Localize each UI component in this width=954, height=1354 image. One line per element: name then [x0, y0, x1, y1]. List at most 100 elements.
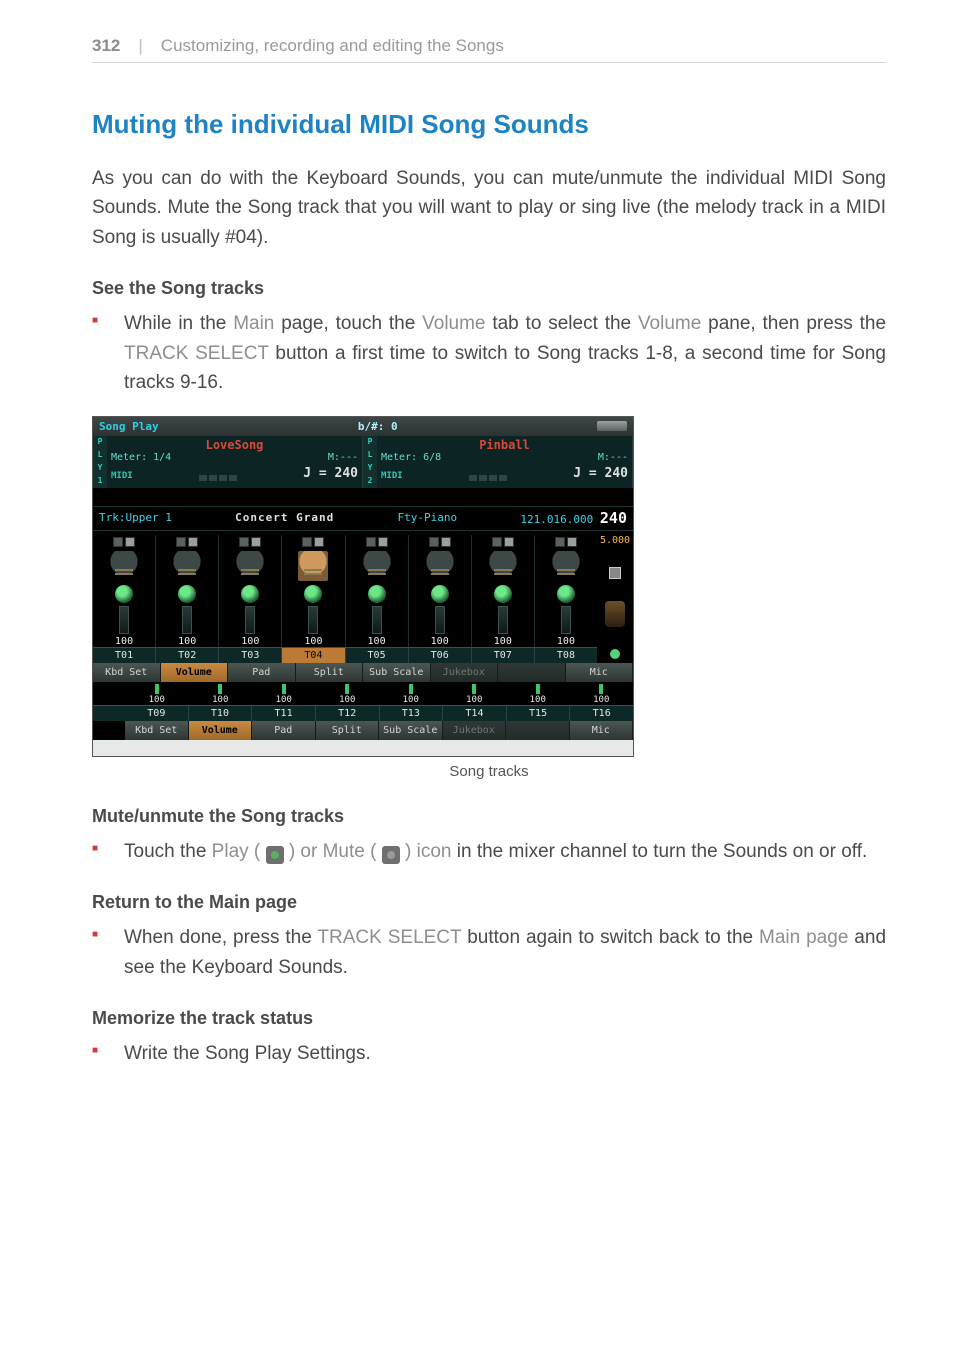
- track-label-t04[interactable]: T04: [282, 648, 345, 663]
- play-toggle-icon[interactable]: [302, 537, 312, 547]
- player1-indicator[interactable]: PLY1: [93, 436, 107, 488]
- volume-value: 100: [494, 636, 512, 647]
- tab-pad[interactable]: Pad: [228, 663, 296, 682]
- song2-tempo: J = 240: [573, 466, 628, 481]
- level-bar-icon: [599, 684, 603, 694]
- track-label-t09[interactable]: T09: [125, 706, 189, 721]
- mute-toggle-icon[interactable]: [441, 537, 451, 547]
- track-label-t03[interactable]: T03: [219, 648, 282, 663]
- pan-knob[interactable]: [431, 585, 449, 603]
- tab2-mic[interactable]: Mic: [570, 721, 634, 740]
- instrument-icon[interactable]: [172, 551, 202, 581]
- mute-toggle-icon[interactable]: [188, 537, 198, 547]
- track-label-t06[interactable]: T06: [409, 648, 472, 663]
- rail-toggle-icon[interactable]: [609, 567, 621, 579]
- play-toggle-icon[interactable]: [176, 537, 186, 547]
- tab2-pad[interactable]: Pad: [252, 721, 316, 740]
- mixer-mini-t14[interactable]: 100: [443, 684, 507, 705]
- track-label-t07[interactable]: T07: [472, 648, 535, 663]
- play-toggle-icon[interactable]: [113, 537, 123, 547]
- track-label-t16[interactable]: T16: [570, 706, 633, 721]
- mute-toggle-icon[interactable]: [314, 537, 324, 547]
- mixer-mini-t16[interactable]: 100: [570, 684, 634, 705]
- volume-slider[interactable]: [498, 606, 508, 634]
- tab2-split[interactable]: Split: [316, 721, 380, 740]
- pan-knob[interactable]: [368, 585, 386, 603]
- pan-knob[interactable]: [115, 585, 133, 603]
- instrument-icon[interactable]: [488, 551, 518, 581]
- track-label-t15[interactable]: T15: [507, 706, 571, 721]
- play-toggle-icon[interactable]: [429, 537, 439, 547]
- mixer-channel-t03[interactable]: 100: [219, 535, 282, 647]
- mixer-mini-t12[interactable]: 100: [316, 684, 380, 705]
- song-play-screenshot: Song Play b/#: 0 PLY1 LoveSong Meter: 1/…: [92, 416, 634, 757]
- track-label-t05[interactable]: T05: [346, 648, 409, 663]
- player2-indicator[interactable]: PLY2: [363, 436, 377, 488]
- pan-knob[interactable]: [241, 585, 259, 603]
- tab-mic[interactable]: Mic: [566, 663, 634, 682]
- volume-slider[interactable]: [561, 606, 571, 634]
- song1-panel[interactable]: LoveSong Meter: 1/4 M:--- MIDI J = 240: [107, 436, 363, 488]
- mixer-channel-t05[interactable]: 100: [346, 535, 409, 647]
- tab-kbd-set[interactable]: Kbd Set: [93, 663, 161, 682]
- pan-knob[interactable]: [178, 585, 196, 603]
- tab-volume[interactable]: Volume: [161, 663, 229, 682]
- mixer-channel-t01[interactable]: 100: [93, 535, 156, 647]
- section-title: Muting the individual MIDI Song Sounds: [92, 109, 886, 140]
- instrument-icon[interactable]: [235, 551, 265, 581]
- track-label-t12[interactable]: T12: [316, 706, 380, 721]
- track-label-t11[interactable]: T11: [252, 706, 316, 721]
- volume-slider[interactable]: [308, 606, 318, 634]
- pan-knob[interactable]: [304, 585, 322, 603]
- song2-midi-tag: MIDI: [381, 471, 403, 481]
- menu-icon[interactable]: [597, 421, 627, 431]
- tab-split[interactable]: Split: [296, 663, 364, 682]
- song2-panel[interactable]: Pinball Meter: 6/8 M:--- MIDI J = 240: [377, 436, 633, 488]
- tab-jukebox[interactable]: Jukebox: [431, 663, 499, 682]
- mixer-channel-t06[interactable]: 100: [409, 535, 472, 647]
- tab2-sub-scale[interactable]: Sub Scale: [379, 721, 443, 740]
- mixer-mini-t13[interactable]: 100: [379, 684, 443, 705]
- tab2-volume[interactable]: Volume: [189, 721, 253, 740]
- mute-toggle-icon[interactable]: [504, 537, 514, 547]
- volume-slider[interactable]: [435, 606, 445, 634]
- mode-label: Song Play: [99, 420, 159, 433]
- track-label-t08[interactable]: T08: [535, 648, 597, 663]
- play-toggle-icon[interactable]: [239, 537, 249, 547]
- instrument-icon[interactable]: [298, 551, 328, 581]
- pan-knob[interactable]: [557, 585, 575, 603]
- volume-slider[interactable]: [119, 606, 129, 634]
- mixer-mini-t09[interactable]: 100: [125, 684, 189, 705]
- instrument-icon[interactable]: [362, 551, 392, 581]
- instrument-icon[interactable]: [551, 551, 581, 581]
- mute-toggle-icon[interactable]: [378, 537, 388, 547]
- mute-toggle-icon[interactable]: [567, 537, 577, 547]
- mixer-mini-t11[interactable]: 100: [252, 684, 316, 705]
- mixer-mini-t15[interactable]: 100: [506, 684, 570, 705]
- track-label-t02[interactable]: T02: [156, 648, 219, 663]
- volume-slider[interactable]: [372, 606, 382, 634]
- mixer-channel-t07[interactable]: 100: [472, 535, 535, 647]
- tab-sub-scale[interactable]: Sub Scale: [363, 663, 431, 682]
- play-toggle-icon[interactable]: [366, 537, 376, 547]
- mixer-channel-t02[interactable]: 100: [156, 535, 219, 647]
- mixer-mini-t10[interactable]: 100: [189, 684, 253, 705]
- instrument-icon[interactable]: [109, 551, 139, 581]
- pan-knob[interactable]: [494, 585, 512, 603]
- mute-toggle-icon[interactable]: [251, 537, 261, 547]
- tab2-jukebox[interactable]: Jukebox: [443, 721, 507, 740]
- track-label-t13[interactable]: T13: [380, 706, 444, 721]
- mixer-channel-t04[interactable]: 100: [282, 535, 345, 647]
- tab2-kbd-set[interactable]: Kbd Set: [125, 721, 189, 740]
- track-label-t10[interactable]: T10: [189, 706, 253, 721]
- play-toggle-icon[interactable]: [492, 537, 502, 547]
- mute-toggle-icon[interactable]: [125, 537, 135, 547]
- play-toggle-icon[interactable]: [555, 537, 565, 547]
- volume-slider[interactable]: [245, 606, 255, 634]
- mixer-channel-t08[interactable]: 100: [535, 535, 597, 647]
- track-label-t01[interactable]: T01: [93, 648, 156, 663]
- volume-slider[interactable]: [182, 606, 192, 634]
- instrument-icon[interactable]: [425, 551, 455, 581]
- track-label-t14[interactable]: T14: [443, 706, 507, 721]
- ref-track-select-2: TRACK SELECT: [317, 927, 461, 948]
